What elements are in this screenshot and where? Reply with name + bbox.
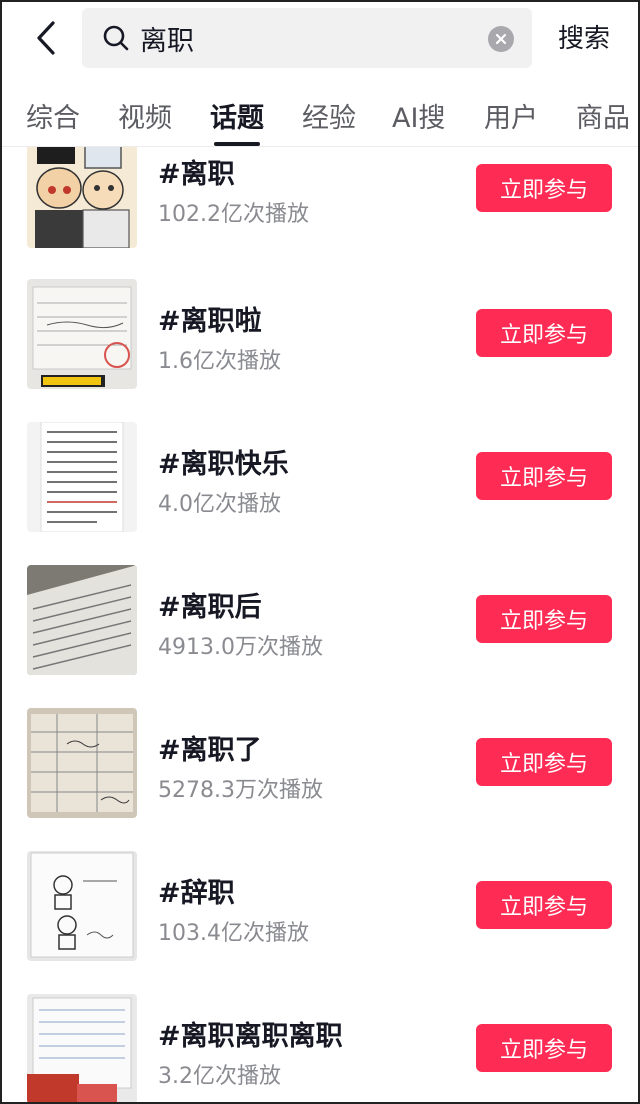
list-item[interactable]: #离职离职离职 3.2亿次播放 立即参与 (0, 994, 640, 1104)
join-topic-button[interactable]: 立即参与 (476, 738, 612, 786)
tab-video[interactable]: 视频 (118, 96, 172, 135)
list-item[interactable]: #辞职 103.4亿次播放 立即参与 (0, 851, 640, 994)
topic-play-count: 1.6亿次播放 (158, 349, 281, 374)
join-topic-button[interactable]: 立即参与 (476, 1024, 612, 1072)
join-topic-button[interactable]: 立即参与 (476, 452, 612, 500)
topic-thumbnail (27, 708, 137, 818)
list-item[interactable]: #离职啦 1.6亿次播放 立即参与 (0, 279, 640, 422)
search-button[interactable]: 搜索 (558, 18, 610, 55)
topic-title: #离职后 (158, 592, 262, 623)
tab-users[interactable]: 用户 (484, 96, 538, 135)
topic-title: #离职啦 (158, 306, 262, 337)
topic-title: #离职 (158, 159, 235, 190)
join-topic-button[interactable]: 立即参与 (476, 309, 612, 357)
search-box[interactable] (82, 8, 532, 68)
close-icon (495, 33, 507, 45)
topic-title: #辞职 (158, 878, 235, 909)
join-topic-button[interactable]: 立即参与 (476, 595, 612, 643)
topic-thumbnail (27, 994, 137, 1104)
topic-thumbnail (27, 147, 137, 248)
list-item[interactable]: #离职后 4913.0万次播放 立即参与 (0, 565, 640, 708)
topic-play-count: 4.0亿次播放 (158, 492, 281, 517)
back-button[interactable] (28, 18, 64, 58)
clear-icon[interactable] (488, 26, 514, 52)
topic-thumbnail (27, 565, 137, 675)
tab-topic[interactable]: 话题 (210, 96, 264, 135)
search-icon (103, 25, 129, 51)
tab-experience[interactable]: 经验 (302, 96, 356, 135)
search-input[interactable] (140, 18, 460, 58)
tab-products[interactable]: 商品 (576, 96, 630, 135)
tab-ai-search[interactable]: AI搜 (392, 96, 445, 135)
topic-title: #离职了 (158, 735, 262, 766)
topic-thumbnail (27, 851, 137, 961)
list-item[interactable]: #离职了 5278.3万次播放 立即参与 (0, 708, 640, 851)
topic-play-count: 102.2亿次播放 (158, 202, 309, 227)
category-tabs: 综合 视频 话题 经验 AI搜 用户 商品 (0, 84, 640, 144)
topic-list: #离职 102.2亿次播放 立即参与 #离职啦 1.6亿次播放 立即参与 #离职… (0, 147, 640, 1104)
topic-play-count: 4913.0万次播放 (158, 635, 323, 660)
list-item[interactable]: #离职 102.2亿次播放 立即参与 (0, 147, 640, 287)
join-topic-button[interactable]: 立即参与 (476, 881, 612, 929)
topic-play-count: 103.4亿次播放 (158, 921, 309, 946)
topic-thumbnail (27, 422, 137, 532)
topic-play-count: 3.2亿次播放 (158, 1064, 281, 1089)
topic-play-count: 5278.3万次播放 (158, 778, 323, 803)
topic-thumbnail (27, 279, 137, 389)
search-header: 搜索 (0, 0, 640, 80)
tab-comprehensive[interactable]: 综合 (26, 96, 80, 135)
chevron-left-icon (37, 21, 55, 55)
topic-title: #离职离职离职 (158, 1021, 343, 1052)
join-topic-button[interactable]: 立即参与 (476, 164, 612, 212)
list-item[interactable]: #离职快乐 4.0亿次播放 立即参与 (0, 422, 640, 565)
topic-title: #离职快乐 (158, 449, 289, 480)
